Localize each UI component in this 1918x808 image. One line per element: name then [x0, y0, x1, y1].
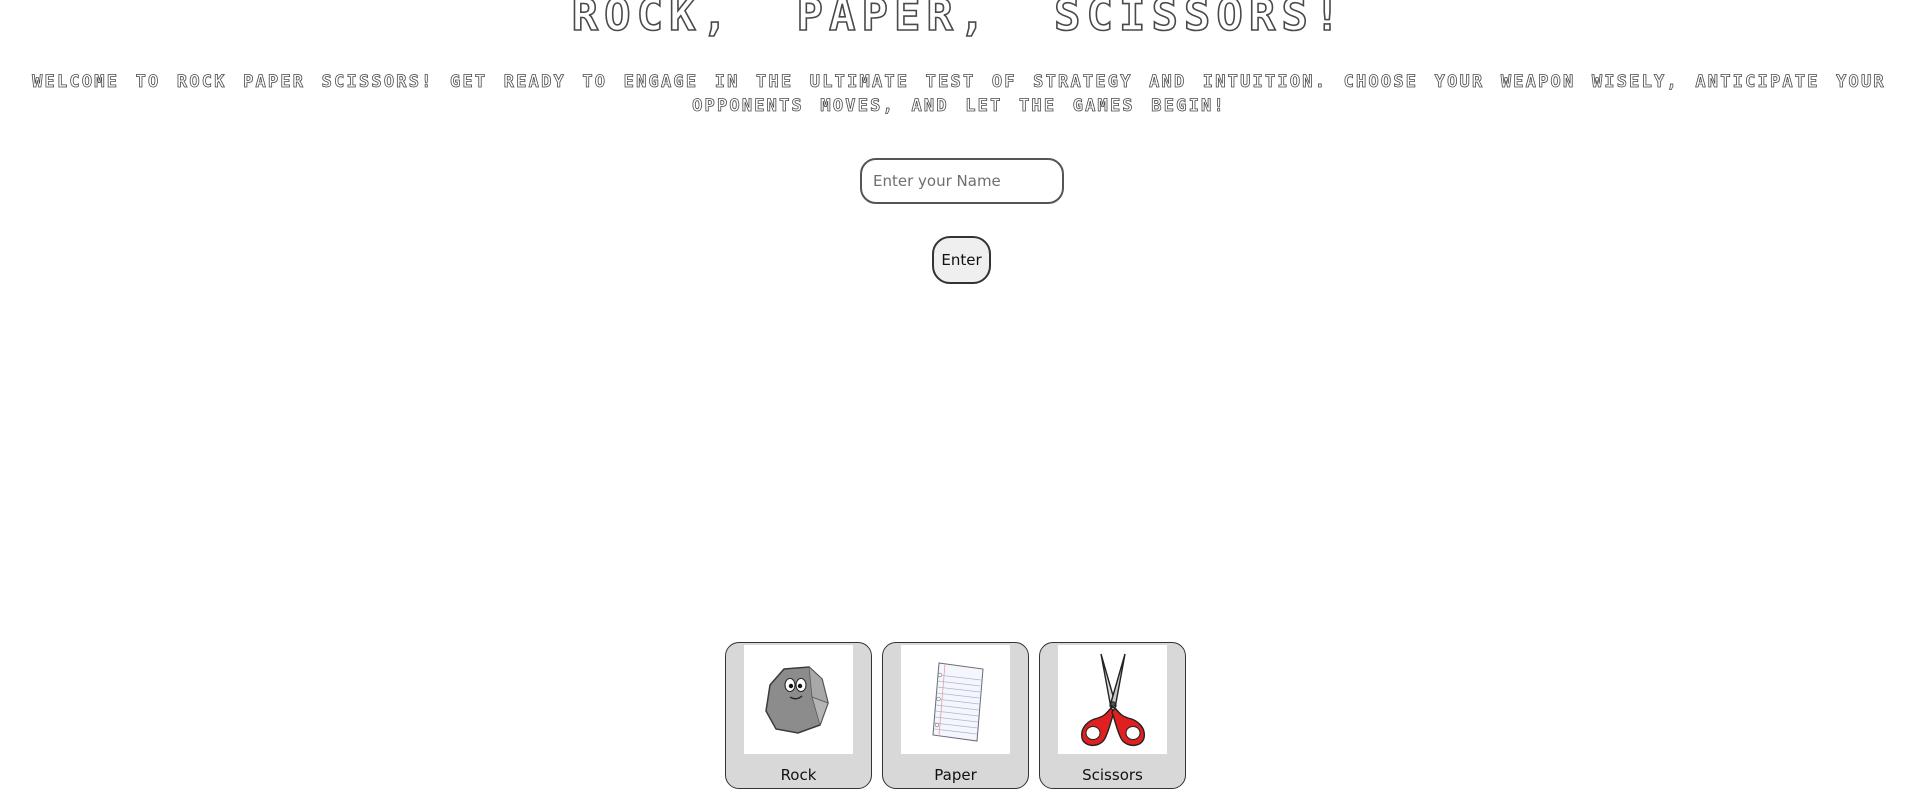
enter-button[interactable]: Enter	[932, 236, 991, 284]
paper-icon	[901, 645, 1010, 754]
welcome-text: Welcome to Rock Paper Scissors! Get read…	[32, 72, 1886, 117]
page-title: Rock, Paper, Scissors!	[571, 0, 1347, 42]
page: Rock, Paper, Scissors! Welcome to Rock P…	[0, 0, 1918, 808]
paper-button[interactable]: Paper	[882, 642, 1029, 789]
paper-label: Paper	[934, 766, 977, 784]
scissors-label: Scissors	[1082, 766, 1143, 784]
rock-icon	[744, 645, 853, 754]
rock-button[interactable]: Rock	[725, 642, 872, 789]
choice-buttons: Rock Paper Scissors	[725, 642, 1186, 789]
name-input[interactable]	[860, 158, 1064, 204]
rock-label: Rock	[780, 766, 817, 784]
scissors-button[interactable]: Scissors	[1039, 642, 1186, 789]
scissors-icon	[1058, 645, 1167, 754]
